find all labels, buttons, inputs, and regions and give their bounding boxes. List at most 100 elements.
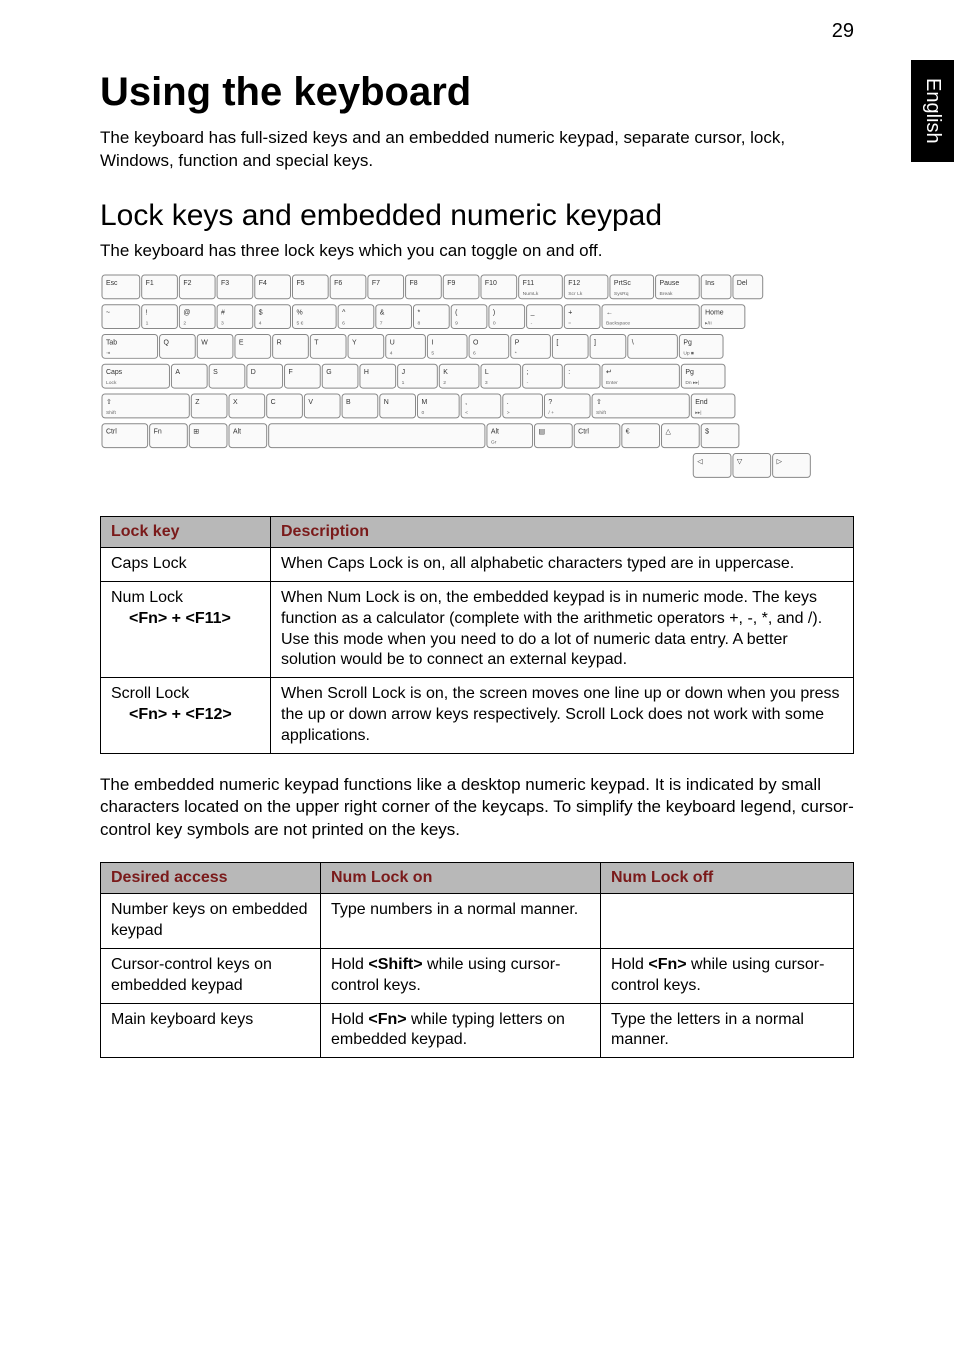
svg-text:I: I [431, 339, 433, 346]
svg-text:+: + [568, 310, 572, 317]
table-row: Cursor-control keys on embedded keypad H… [101, 948, 854, 1003]
svg-text:&: & [380, 310, 385, 317]
section-heading: Lock keys and embedded numeric keypad [100, 199, 854, 233]
svg-text:A: A [175, 369, 180, 376]
svg-text:Q: Q [164, 339, 170, 346]
svg-text:F: F [289, 369, 293, 376]
lock-key-title: Num Lock [111, 589, 183, 606]
svg-text:M: M [421, 399, 427, 406]
svg-text:[: [ [556, 339, 558, 346]
svg-text:Backspace: Backspace [606, 320, 630, 326]
language-tab: English [911, 60, 954, 162]
svg-text:⊞: ⊞ [193, 429, 199, 436]
svg-text:F7: F7 [372, 280, 380, 287]
section-intro: The keyboard has three lock keys which y… [100, 241, 854, 261]
svg-text:O: O [473, 339, 479, 346]
access-cell: Number keys on embedded keypad [101, 894, 321, 949]
svg-text:◁: ◁ [697, 458, 703, 465]
lock-key-name: Scroll Lock <Fn> + <F12> [101, 678, 271, 753]
svg-text:5 €: 5 € [296, 320, 303, 326]
svg-text:;: ; [527, 369, 529, 376]
svg-text:▤: ▤ [539, 429, 546, 436]
access-cell: Type the letters in a normal manner. [601, 1003, 854, 1058]
svg-text:F1: F1 [146, 280, 154, 287]
table-row: Caps Lock When Caps Lock is on, all alph… [101, 548, 854, 582]
svg-text:,: , [465, 399, 467, 406]
svg-text:C: C [271, 399, 276, 406]
svg-text:Ctrl: Ctrl [578, 429, 589, 436]
svg-text:\: \ [632, 339, 634, 346]
svg-text:H: H [364, 369, 369, 376]
svg-text:Esc: Esc [106, 280, 118, 287]
lock-key-name: Num Lock <Fn> + <F11> [101, 581, 271, 677]
table-header: Num Lock on [321, 863, 601, 894]
svg-text:$: $ [259, 310, 263, 317]
svg-text:F5: F5 [296, 280, 304, 287]
svg-text:1: 1 [146, 320, 149, 326]
lock-key-title: Scroll Lock [111, 685, 189, 702]
svg-text:4: 4 [390, 350, 393, 356]
svg-text:Tab: Tab [106, 339, 117, 346]
page-number: 29 [832, 20, 854, 43]
svg-text:~: ~ [106, 310, 110, 317]
lock-key-name: Caps Lock [101, 548, 271, 582]
keyboard-diagram: .kc { fill:#fafafa; stroke:#888; stroke-… [100, 273, 854, 491]
svg-text:S: S [213, 369, 218, 376]
svg-text:0: 0 [421, 410, 424, 416]
lock-key-desc: When Scroll Lock is on, the screen moves… [271, 678, 854, 753]
access-cell: Type numbers in a normal manner. [321, 894, 601, 949]
svg-text:>: > [507, 410, 510, 416]
svg-text:K: K [443, 369, 448, 376]
svg-text:8: 8 [417, 320, 420, 326]
lock-key-desc: When Num Lock is on, the embedded keypad… [271, 581, 854, 677]
svg-text:Home: Home [705, 310, 724, 317]
svg-text:2: 2 [443, 380, 446, 386]
svg-text:G: G [326, 369, 331, 376]
svg-text:Pause: Pause [660, 280, 680, 287]
table-header: Desired access [101, 863, 321, 894]
svg-text:Pg: Pg [685, 369, 694, 376]
svg-text:Break: Break [660, 291, 673, 297]
svg-text:F2: F2 [183, 280, 191, 287]
svg-text:F3: F3 [221, 280, 229, 287]
svg-text:5: 5 [431, 350, 434, 356]
svg-text:€: € [626, 429, 630, 436]
svg-text:@: @ [183, 310, 190, 317]
svg-text:N: N [384, 399, 389, 406]
svg-text:Lock: Lock [106, 380, 117, 386]
svg-text:J: J [402, 369, 405, 376]
table-row: Scroll Lock <Fn> + <F12> When Scroll Loc… [101, 678, 854, 753]
svg-text:F9: F9 [447, 280, 455, 287]
svg-text:.: . [507, 399, 509, 406]
page-title: Using the keyboard [100, 70, 854, 115]
svg-text:Up ■: Up ■ [683, 350, 694, 356]
svg-text:): ) [493, 310, 495, 317]
svg-text:/ +: / + [548, 410, 554, 416]
svg-text:Pg: Pg [683, 339, 692, 346]
table-row: Num Lock <Fn> + <F11> When Num Lock is o… [101, 581, 854, 677]
svg-text:F11: F11 [523, 280, 535, 287]
svg-text:Y: Y [352, 339, 357, 346]
table-row: Main keyboard keys Hold <Fn> while typin… [101, 1003, 854, 1058]
svg-text:U: U [390, 339, 395, 346]
svg-text:B: B [346, 399, 351, 406]
svg-text:9: 9 [455, 320, 458, 326]
table-header: Lock key [101, 517, 271, 548]
svg-text:Alt: Alt [491, 429, 499, 436]
table-row: Number keys on embedded keypad Type numb… [101, 894, 854, 949]
lock-key-combo: <Fn> + <F11> [111, 609, 260, 630]
svg-text:R: R [277, 339, 282, 346]
svg-text:0: 0 [493, 320, 496, 326]
svg-text:▷: ▷ [777, 458, 783, 465]
svg-text:=: = [568, 321, 571, 326]
svg-text:△: △ [665, 429, 671, 436]
svg-text:SysRq: SysRq [614, 291, 629, 297]
svg-text:Shift: Shift [596, 410, 607, 416]
access-cell [601, 894, 854, 949]
access-cell: Hold <Fn> while using cursor-control key… [601, 948, 854, 1003]
svg-text:V: V [308, 399, 313, 406]
access-table: Desired access Num Lock on Num Lock off … [100, 862, 854, 1058]
svg-text:▸▸|: ▸▸| [695, 410, 701, 416]
svg-text:2: 2 [183, 320, 186, 326]
svg-text:Scr Lk: Scr Lk [568, 291, 583, 297]
